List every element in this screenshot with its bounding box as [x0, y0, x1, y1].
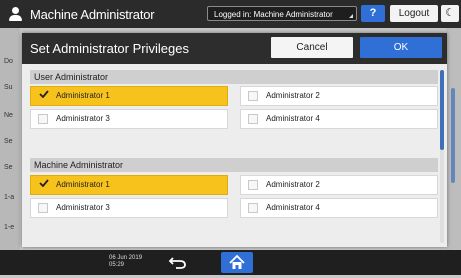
- login-status-dropdown[interactable]: Logged in: Machine Administrator: [207, 6, 357, 21]
- logout-button[interactable]: Logout: [390, 5, 438, 22]
- option-label: Administrator 2: [266, 91, 320, 100]
- checkbox: [248, 203, 258, 213]
- background-side-panel: Do Su Ne Se Se 1-a 1-e: [0, 28, 20, 250]
- checkbox: [38, 114, 48, 124]
- dialog-body: User Administrator Administrator 1 Admin…: [22, 64, 447, 247]
- set-admin-privileges-dialog: Set Administrator Privileges Cancel OK U…: [22, 33, 447, 247]
- checkmark-icon: [39, 179, 49, 187]
- option-machine-admin-3[interactable]: Administrator 3: [30, 198, 228, 218]
- login-status-text: Logged in: Machine Administrator: [214, 10, 333, 19]
- option-machine-admin-1[interactable]: Administrator 1: [30, 175, 228, 195]
- bg-label: Se: [4, 164, 13, 171]
- bottom-bar: 06 Jun 2019 05:29: [0, 250, 461, 275]
- ok-button[interactable]: OK: [360, 37, 442, 58]
- back-button[interactable]: [167, 254, 189, 271]
- moon-icon: ☾: [445, 7, 455, 19]
- bg-label: 1-a: [4, 194, 15, 201]
- checkbox: [248, 91, 258, 101]
- checkmark-icon: [39, 90, 49, 98]
- date-text: 06 Jun 2019: [109, 255, 143, 261]
- option-user-admin-2[interactable]: Administrator 2: [240, 86, 438, 106]
- background-right-panel: [446, 28, 461, 250]
- bg-label: Su: [4, 84, 13, 91]
- checkbox: [248, 180, 258, 190]
- dropdown-corner-icon: [349, 14, 353, 18]
- option-user-admin-3[interactable]: Administrator 3: [30, 109, 228, 129]
- bg-label: Do: [4, 58, 13, 65]
- cancel-button[interactable]: Cancel: [271, 37, 353, 58]
- option-machine-admin-2[interactable]: Administrator 2: [240, 175, 438, 195]
- app-title: Machine Administrator: [30, 6, 155, 22]
- home-button[interactable]: [221, 252, 253, 273]
- background-scrollbar: [451, 88, 455, 183]
- back-arrow-icon: [168, 257, 186, 269]
- scrollbar-thumb[interactable]: [440, 70, 444, 150]
- option-label: Administrator 3: [56, 114, 110, 123]
- option-label: Administrator 1: [56, 180, 110, 189]
- top-bar: Machine Administrator Logged in: Machine…: [0, 0, 461, 28]
- bg-label: 1-e: [4, 224, 15, 231]
- option-label: Administrator 1: [56, 91, 110, 100]
- option-machine-admin-4[interactable]: Administrator 4: [240, 198, 438, 218]
- option-label: Administrator 4: [266, 114, 320, 123]
- bg-label: Se: [4, 138, 13, 145]
- option-label: Administrator 2: [266, 180, 320, 189]
- section-heading-machine-administrator: Machine Administrator: [30, 158, 438, 172]
- checkbox: [248, 114, 258, 124]
- time-text: 05:29: [109, 262, 125, 268]
- dialog-title: Set Administrator Privileges: [30, 41, 189, 56]
- help-button[interactable]: ?: [361, 5, 385, 22]
- bg-label: Ne: [4, 112, 13, 119]
- user-icon: [8, 6, 24, 22]
- option-user-admin-4[interactable]: Administrator 4: [240, 109, 438, 129]
- energy-saver-button[interactable]: ☾: [441, 5, 459, 22]
- option-label: Administrator 4: [266, 203, 320, 212]
- home-icon: [229, 254, 245, 269]
- option-label: Administrator 3: [56, 203, 110, 212]
- section-heading-user-administrator: User Administrator: [30, 70, 438, 84]
- dialog-header: Set Administrator Privileges Cancel OK: [22, 33, 447, 64]
- option-user-admin-1[interactable]: Administrator 1: [30, 86, 228, 106]
- checkbox: [38, 203, 48, 213]
- date-time: 06 Jun 2019 05:29: [109, 255, 142, 269]
